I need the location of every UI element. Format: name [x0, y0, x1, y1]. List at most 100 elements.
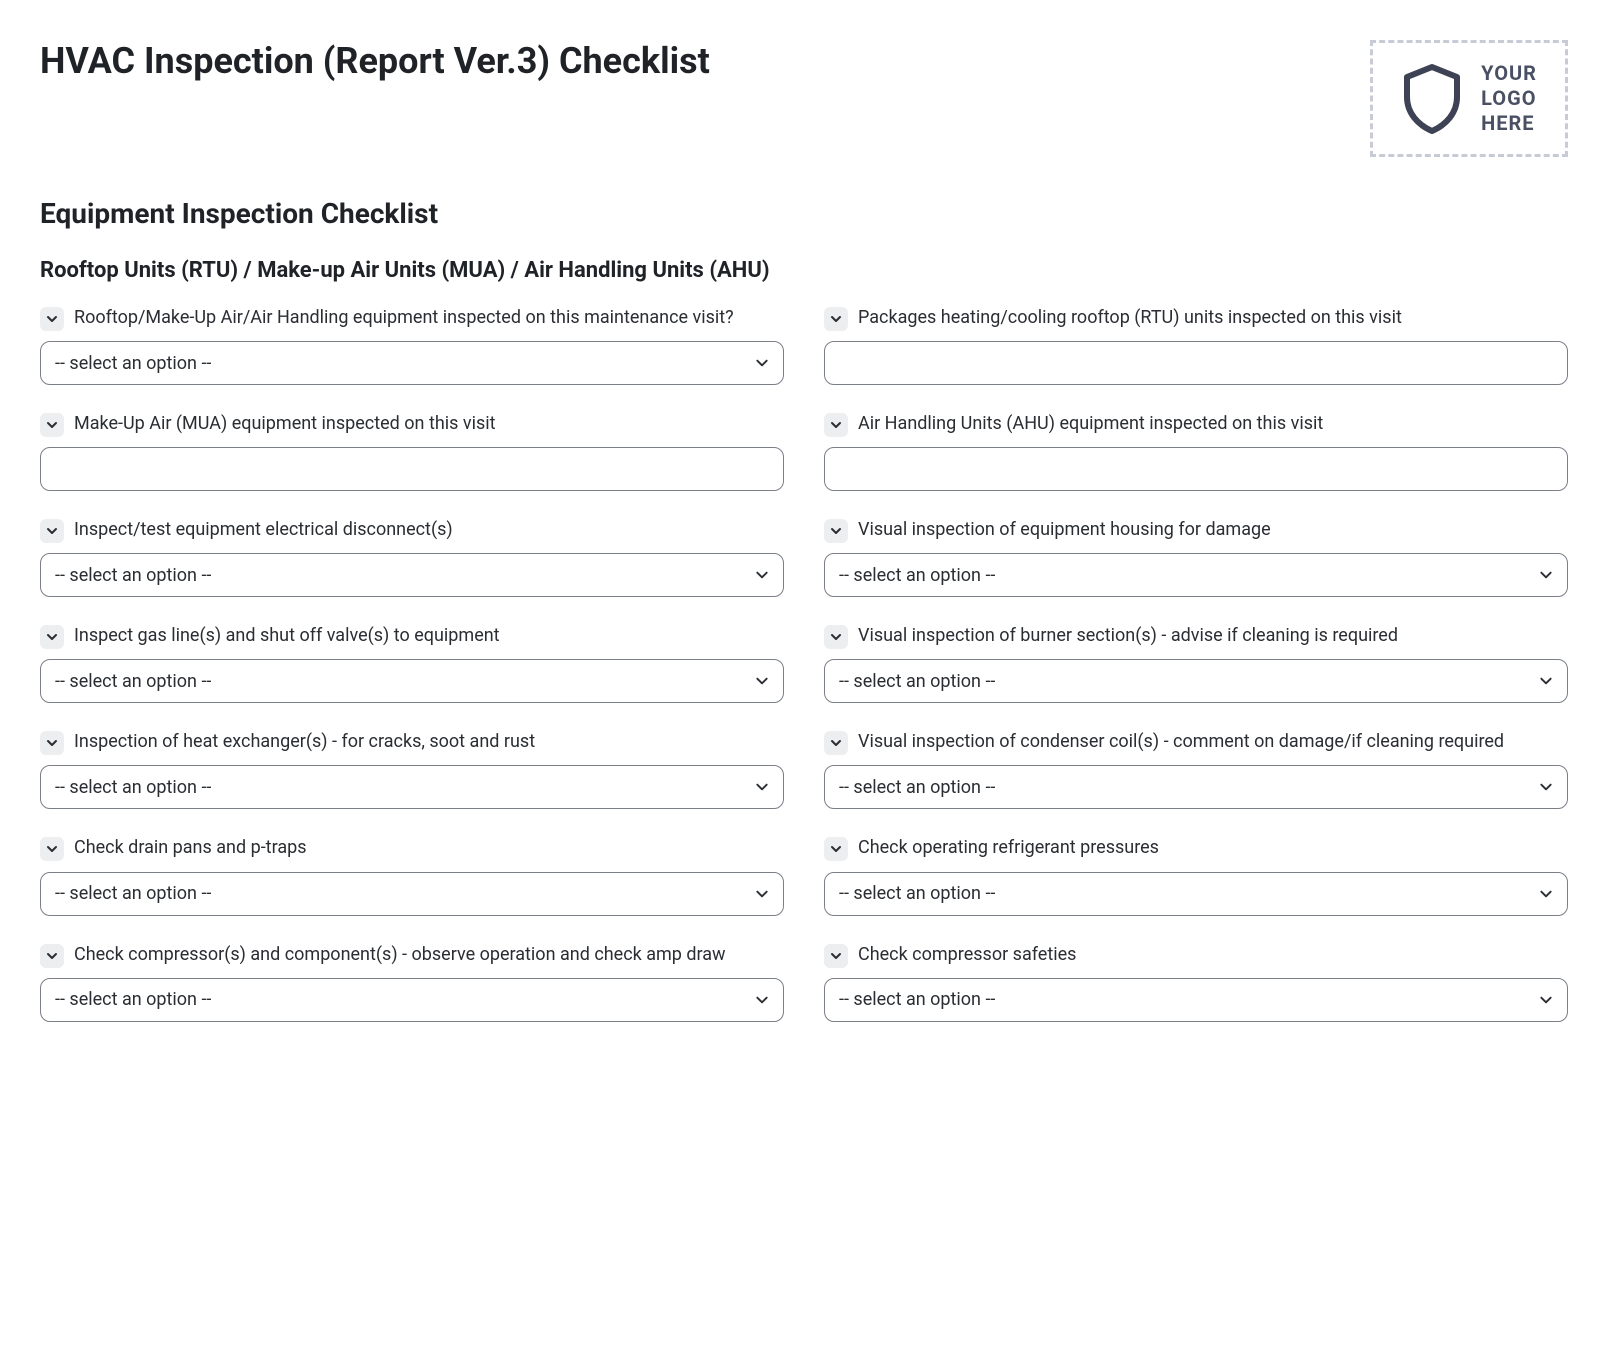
text-input[interactable] [824, 341, 1568, 385]
collapse-toggle[interactable] [824, 625, 848, 649]
logo-text-line2: LOGO [1481, 86, 1537, 111]
field-drain-pans: Check drain pans and p-traps -- select a… [40, 835, 784, 915]
select-placeholder: -- select an option -- [55, 565, 211, 586]
field-label: Visual inspection of condenser coil(s) -… [858, 729, 1504, 755]
field-label: Inspection of heat exchanger(s) - for cr… [74, 729, 535, 755]
collapse-toggle[interactable] [824, 413, 848, 437]
collapse-toggle[interactable] [824, 519, 848, 543]
field-label: Rooftop/Make-Up Air/Air Handling equipme… [74, 305, 734, 331]
field-condenser-coil: Visual inspection of condenser coil(s) -… [824, 729, 1568, 809]
collapse-toggle[interactable] [40, 731, 64, 755]
collapse-toggle[interactable] [824, 944, 848, 968]
chevron-down-icon [46, 843, 58, 855]
logo-placeholder: YOUR LOGO HERE [1370, 40, 1568, 157]
chevron-down-icon [46, 737, 58, 749]
select-placeholder: -- select an option -- [55, 777, 211, 798]
chevron-down-icon [46, 419, 58, 431]
text-input[interactable] [824, 447, 1568, 491]
chevron-down-icon [46, 631, 58, 643]
field-label: Check drain pans and p-traps [74, 835, 307, 861]
collapse-toggle[interactable] [40, 837, 64, 861]
chevron-down-icon [755, 780, 769, 794]
chevron-down-icon [46, 313, 58, 325]
field-label: Packages heating/cooling rooftop (RTU) u… [858, 305, 1402, 331]
logo-text-line1: YOUR [1481, 61, 1537, 86]
select-input[interactable]: -- select an option -- [40, 765, 784, 809]
collapse-toggle[interactable] [824, 307, 848, 331]
field-label: Check compressor safeties [858, 942, 1076, 968]
collapse-toggle[interactable] [824, 837, 848, 861]
select-input[interactable]: -- select an option -- [824, 872, 1568, 916]
page-title: HVAC Inspection (Report Ver.3) Checklist [40, 40, 710, 82]
chevron-down-icon [830, 631, 842, 643]
field-mua-inspected: Make-Up Air (MUA) equipment inspected on… [40, 411, 784, 491]
shield-icon [1401, 63, 1463, 135]
chevron-down-icon [830, 950, 842, 962]
chevron-down-icon [755, 993, 769, 1007]
select-placeholder: -- select an option -- [55, 353, 211, 374]
chevron-down-icon [755, 356, 769, 370]
field-label: Air Handling Units (AHU) equipment inspe… [858, 411, 1323, 437]
collapse-toggle[interactable] [40, 944, 64, 968]
select-input[interactable]: -- select an option -- [40, 659, 784, 703]
field-compressor-safeties: Check compressor safeties -- select an o… [824, 942, 1568, 1022]
select-input[interactable]: -- select an option -- [824, 553, 1568, 597]
chevron-down-icon [1539, 674, 1553, 688]
select-input[interactable]: -- select an option -- [40, 341, 784, 385]
select-placeholder: -- select an option -- [55, 671, 211, 692]
collapse-toggle[interactable] [40, 413, 64, 437]
chevron-down-icon [755, 674, 769, 688]
chevron-down-icon [830, 313, 842, 325]
field-label: Check compressor(s) and component(s) - o… [74, 942, 726, 968]
field-housing-damage: Visual inspection of equipment housing f… [824, 517, 1568, 597]
select-input[interactable]: -- select an option -- [40, 978, 784, 1022]
field-refrigerant-pressures: Check operating refrigerant pressures --… [824, 835, 1568, 915]
field-label: Visual inspection of burner section(s) -… [858, 623, 1398, 649]
chevron-down-icon [46, 525, 58, 537]
field-label: Check operating refrigerant pressures [858, 835, 1159, 861]
collapse-toggle[interactable] [40, 625, 64, 649]
chevron-down-icon [830, 419, 842, 431]
select-input[interactable]: -- select an option -- [824, 765, 1568, 809]
field-label: Visual inspection of equipment housing f… [858, 517, 1271, 543]
field-electrical-disconnect: Inspect/test equipment electrical discon… [40, 517, 784, 597]
collapse-toggle[interactable] [40, 519, 64, 543]
select-placeholder: -- select an option -- [839, 565, 995, 586]
field-gas-lines: Inspect gas line(s) and shut off valve(s… [40, 623, 784, 703]
select-input[interactable]: -- select an option -- [40, 872, 784, 916]
section-title: Equipment Inspection Checklist [40, 197, 1568, 230]
chevron-down-icon [830, 737, 842, 749]
select-input[interactable]: -- select an option -- [824, 978, 1568, 1022]
field-rooftop-inspected: Rooftop/Make-Up Air/Air Handling equipme… [40, 305, 784, 385]
field-rtu-packages: Packages heating/cooling rooftop (RTU) u… [824, 305, 1568, 385]
chevron-down-icon [1539, 780, 1553, 794]
field-label: Inspect/test equipment electrical discon… [74, 517, 453, 543]
select-input[interactable]: -- select an option -- [40, 553, 784, 597]
field-burner-section: Visual inspection of burner section(s) -… [824, 623, 1568, 703]
field-label: Make-Up Air (MUA) equipment inspected on… [74, 411, 496, 437]
chevron-down-icon [1539, 993, 1553, 1007]
chevron-down-icon [1539, 887, 1553, 901]
subsection-title: Rooftop Units (RTU) / Make-up Air Units … [40, 258, 1568, 283]
select-placeholder: -- select an option -- [839, 883, 995, 904]
chevron-down-icon [755, 568, 769, 582]
select-input[interactable]: -- select an option -- [824, 659, 1568, 703]
select-placeholder: -- select an option -- [839, 671, 995, 692]
field-compressor-components: Check compressor(s) and component(s) - o… [40, 942, 784, 1022]
select-placeholder: -- select an option -- [55, 883, 211, 904]
checklist-grid: Rooftop/Make-Up Air/Air Handling equipme… [40, 305, 1568, 1022]
field-heat-exchanger: Inspection of heat exchanger(s) - for cr… [40, 729, 784, 809]
field-ahu-inspected: Air Handling Units (AHU) equipment inspe… [824, 411, 1568, 491]
chevron-down-icon [830, 843, 842, 855]
collapse-toggle[interactable] [40, 307, 64, 331]
chevron-down-icon [830, 525, 842, 537]
select-placeholder: -- select an option -- [839, 777, 995, 798]
logo-text-line3: HERE [1481, 111, 1537, 136]
select-placeholder: -- select an option -- [55, 989, 211, 1010]
text-input[interactable] [40, 447, 784, 491]
select-placeholder: -- select an option -- [839, 989, 995, 1010]
chevron-down-icon [1539, 568, 1553, 582]
chevron-down-icon [755, 887, 769, 901]
field-label: Inspect gas line(s) and shut off valve(s… [74, 623, 500, 649]
collapse-toggle[interactable] [824, 731, 848, 755]
